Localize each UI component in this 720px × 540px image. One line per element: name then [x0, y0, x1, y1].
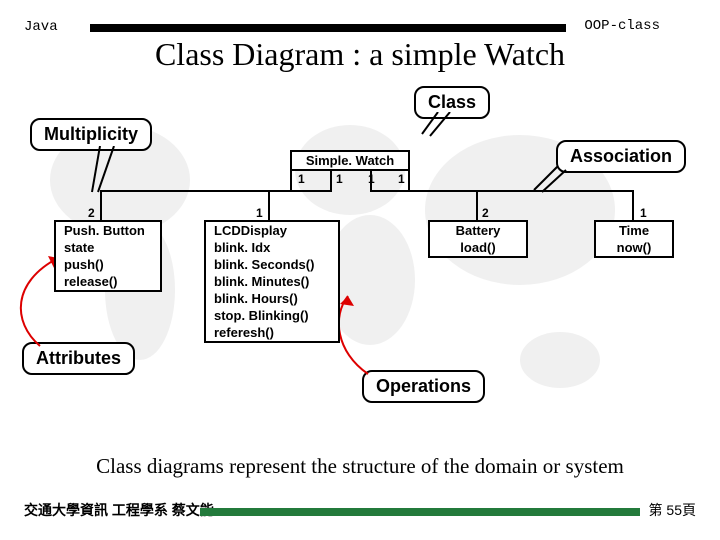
footer-left: 交通大學資訊 工程學系 蔡文能 — [24, 500, 214, 520]
mult-bat: 2 — [482, 206, 489, 220]
class-op: blink. Minutes() — [206, 273, 338, 290]
footer-rule — [200, 508, 640, 516]
uml-class-lcddisplay: LCDDisplay blink. Idx blink. Seconds() b… — [204, 220, 340, 343]
page-title: Class Diagram : a simple Watch — [0, 36, 720, 73]
class-name: Simple. Watch — [292, 152, 408, 169]
uml-class-time: Time now() — [594, 220, 674, 258]
class-op: release() — [56, 273, 160, 290]
mult-sw-time: 1 — [398, 172, 405, 186]
header-left: Java — [24, 19, 58, 35]
mult-pb: 2 — [88, 206, 95, 220]
assoc-line — [100, 190, 292, 192]
assoc-line — [100, 190, 102, 220]
class-name: Battery — [430, 222, 526, 239]
class-attr: state — [56, 239, 160, 256]
assoc-line — [268, 190, 270, 220]
uml-class-battery: Battery load() — [428, 220, 528, 258]
assoc-line — [330, 170, 332, 190]
class-op: blink. Hours() — [206, 290, 338, 307]
mult-sw-lcd: 1 — [336, 172, 343, 186]
class-op: stop. Blinking() — [206, 307, 338, 324]
class-name: Push. Button — [56, 222, 160, 239]
header-bar: Java OOP-class — [24, 18, 696, 36]
mult-sw-pb: 1 — [298, 172, 305, 186]
class-op: now() — [596, 239, 672, 256]
callout-association-tail — [530, 164, 570, 198]
class-op: push() — [56, 256, 160, 273]
header-rule — [90, 24, 566, 32]
mult-sw-bat: 1 — [368, 172, 375, 186]
callout-class-tail — [420, 112, 460, 152]
callout-multiplicity-tail — [90, 146, 130, 206]
mult-lcd: 1 — [256, 206, 263, 220]
class-op: referesh() — [206, 324, 338, 341]
class-op: load() — [430, 239, 526, 256]
assoc-line — [290, 170, 292, 190]
assoc-line — [268, 190, 332, 192]
mult-time: 1 — [640, 206, 647, 220]
description-text: Class diagrams represent the structure o… — [24, 454, 696, 479]
header-right: OOP-class — [584, 18, 660, 34]
class-op: blink. Seconds() — [206, 256, 338, 273]
uml-class-pushbutton: Push. Button state push() release() — [54, 220, 162, 292]
assoc-line — [408, 190, 634, 192]
footer-right: 第 55頁 — [649, 500, 696, 520]
assoc-line — [408, 170, 410, 190]
callout-association: Association — [556, 140, 686, 173]
class-attr: blink. Idx — [206, 239, 338, 256]
class-name: Time — [596, 222, 672, 239]
assoc-line — [476, 190, 478, 220]
class-name: LCDDisplay — [206, 222, 338, 239]
assoc-line — [632, 190, 634, 220]
uml-class-simplewatch: Simple. Watch — [290, 150, 410, 171]
